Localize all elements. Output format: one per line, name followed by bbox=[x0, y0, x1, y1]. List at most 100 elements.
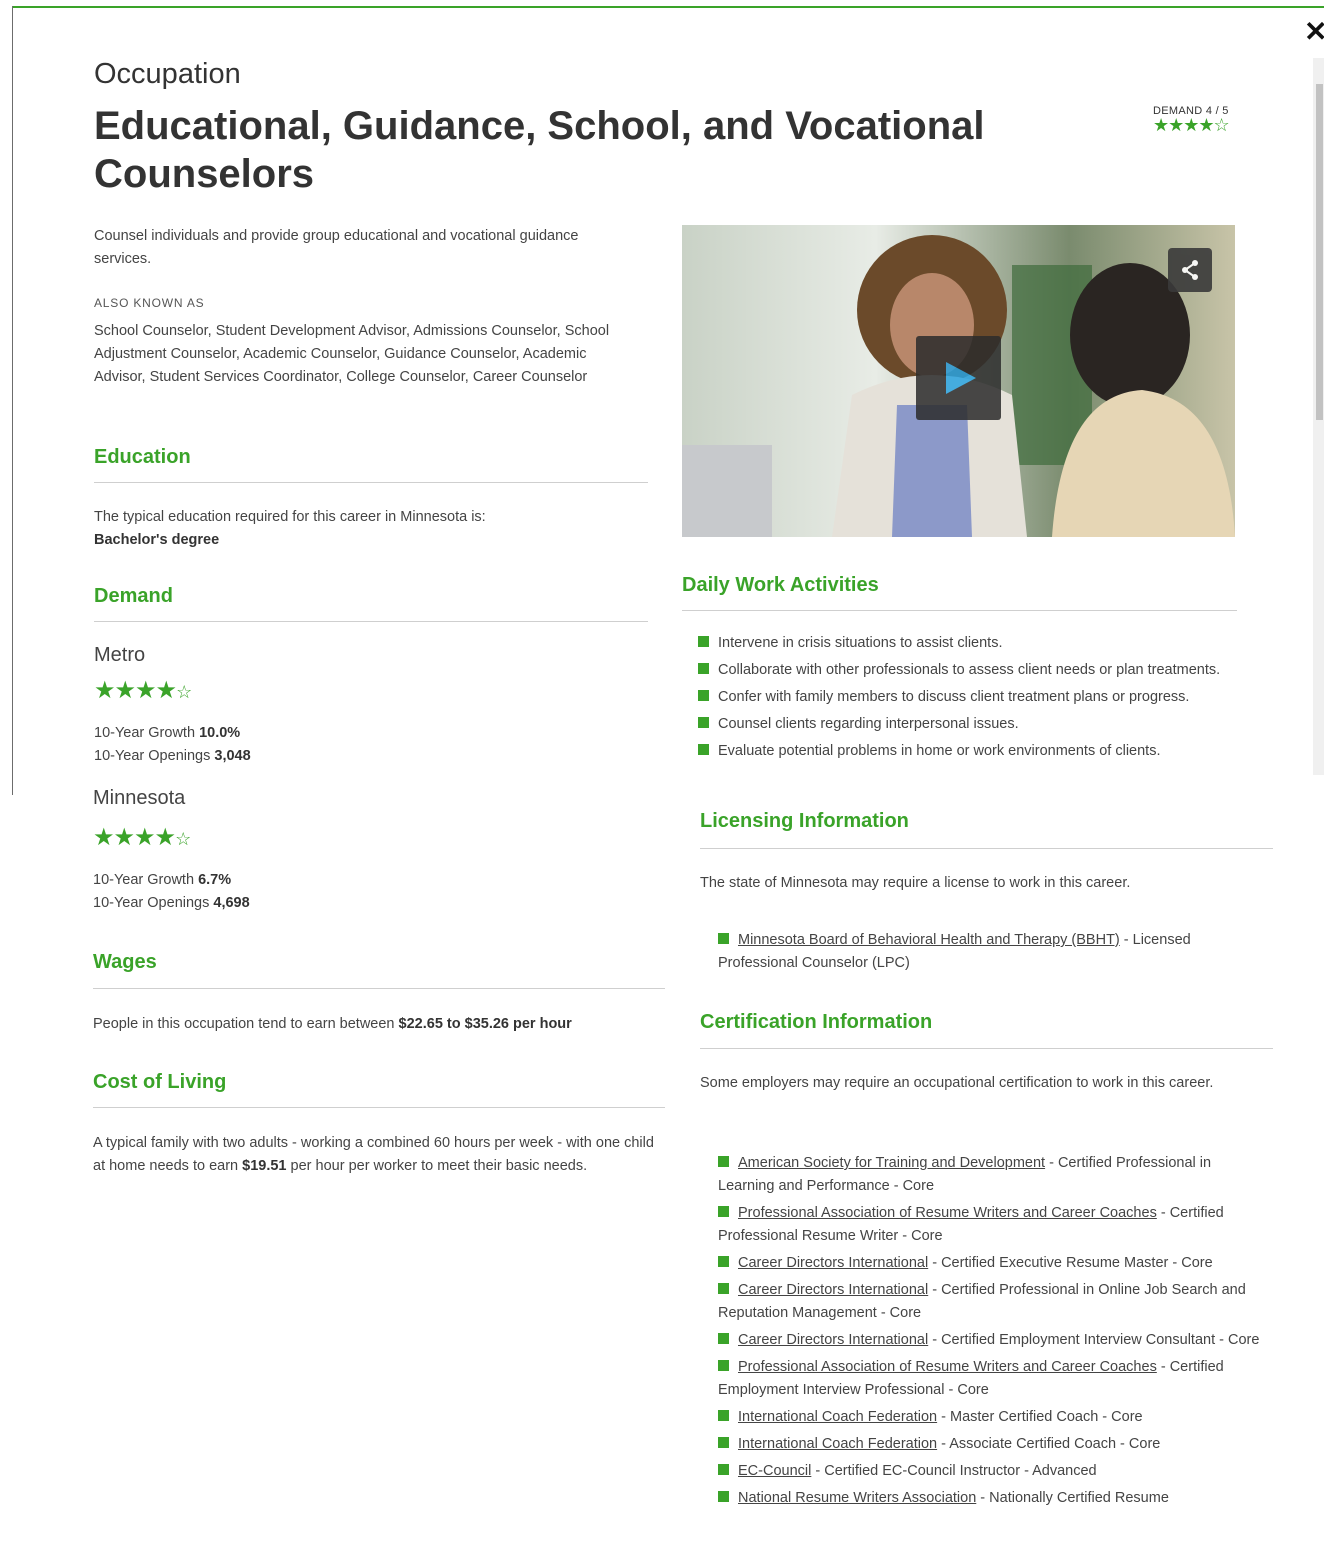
daily-activity-text: Confer with family members to discuss cl… bbox=[718, 689, 1190, 705]
cert-detail: - Associate Certified Coach - Core bbox=[937, 1436, 1161, 1452]
certification-divider bbox=[700, 1048, 1273, 1049]
cert-detail: - Certified Employment Interview Consult… bbox=[928, 1332, 1260, 1348]
region-minnesota-stats: 10-Year Growth 6.7% 10-Year Openings 4,6… bbox=[93, 869, 250, 915]
bullet-icon bbox=[718, 1410, 729, 1421]
minnesota-filled-stars: ★★★★ bbox=[93, 824, 176, 851]
demand-rating-summary: DEMAND 4 / 5 ★★★★☆ bbox=[1153, 105, 1230, 135]
region-minnesota-stars: ★★★★☆ bbox=[93, 823, 191, 852]
aka-label: ALSO KNOWN AS bbox=[94, 296, 205, 310]
licensing-list: Minnesota Board of Behavioral Health and… bbox=[718, 929, 1268, 979]
occupation-description: Counsel individuals and provide group ed… bbox=[94, 228, 579, 267]
cert-link[interactable]: Professional Association of Resume Write… bbox=[738, 1359, 1157, 1375]
list-item: International Coach Federation - Master … bbox=[718, 1406, 1263, 1429]
metro-growth-value: 10.0% bbox=[199, 725, 241, 741]
list-item: American Society for Training and Develo… bbox=[718, 1152, 1263, 1198]
certification-heading: Certification Information bbox=[700, 1011, 933, 1033]
daily-activities-list: Intervene in crisis situations to assist… bbox=[682, 632, 1238, 763]
region-minnesota-name: Minnesota bbox=[93, 787, 186, 809]
cert-link[interactable]: Career Directors International bbox=[738, 1332, 928, 1348]
bullet-icon bbox=[718, 1333, 729, 1344]
license-link[interactable]: Minnesota Board of Behavioral Health and… bbox=[738, 932, 1120, 948]
metro-filled-stars: ★★★★ bbox=[94, 677, 177, 704]
metro-openings-label: 10-Year Openings bbox=[94, 748, 211, 764]
cert-link[interactable]: EC-Council bbox=[738, 1463, 811, 1479]
education-value: Bachelor's degree bbox=[94, 532, 220, 548]
list-item: National Resume Writers Association - Na… bbox=[718, 1487, 1263, 1510]
page-title: Educational, Guidance, School, and Vocat… bbox=[94, 104, 985, 196]
bullet-icon bbox=[718, 1491, 729, 1502]
daily-activity-text: Intervene in crisis situations to assist… bbox=[718, 635, 1003, 651]
cost-of-living-heading: Cost of Living bbox=[93, 1071, 227, 1093]
share-icon bbox=[1182, 260, 1198, 280]
cost-of-living-divider bbox=[93, 1107, 665, 1108]
certification-text: Some employers may require an occupation… bbox=[700, 1075, 1214, 1091]
cert-link[interactable]: International Coach Federation bbox=[738, 1409, 937, 1425]
minnesota-openings-value: 4,698 bbox=[213, 895, 250, 911]
list-item: Career Directors International - Certifi… bbox=[718, 1329, 1263, 1352]
daily-activity-text: Counsel clients regarding interpersonal … bbox=[718, 716, 1019, 732]
licensing-text: The state of Minnesota may require a lic… bbox=[700, 875, 1131, 891]
minnesota-growth-label: 10-Year Growth bbox=[93, 872, 195, 888]
bullet-icon bbox=[698, 744, 709, 755]
wages-heading: Wages bbox=[93, 951, 157, 973]
minnesota-growth-value: 6.7% bbox=[198, 872, 232, 888]
demand-stars: ★★★★☆ bbox=[1153, 115, 1230, 135]
list-item: Professional Association of Resume Write… bbox=[718, 1356, 1263, 1402]
cert-link[interactable]: Career Directors International bbox=[738, 1255, 928, 1271]
cert-detail: - Certified EC-Council Instructor - Adva… bbox=[811, 1463, 1097, 1479]
demand-heading: Demand bbox=[94, 585, 173, 607]
col-outro: per hour per worker to meet their basic … bbox=[290, 1158, 588, 1174]
list-item: Minnesota Board of Behavioral Health and… bbox=[718, 929, 1268, 975]
metro-empty-star: ☆ bbox=[176, 682, 192, 702]
daily-activities-divider bbox=[682, 610, 1237, 611]
demand-divider bbox=[94, 621, 648, 622]
education-divider bbox=[94, 482, 648, 483]
play-button[interactable] bbox=[916, 336, 1001, 420]
cert-link[interactable]: National Resume Writers Association bbox=[738, 1490, 976, 1506]
bullet-icon bbox=[718, 1206, 729, 1217]
bullet-icon bbox=[698, 663, 709, 674]
scrollbar-thumb[interactable] bbox=[1316, 84, 1323, 420]
daily-activity-text: Collaborate with other professionals to … bbox=[718, 662, 1221, 678]
list-item: Confer with family members to discuss cl… bbox=[698, 686, 1238, 709]
daily-activities-scroll[interactable]: Intervene in crisis situations to assist… bbox=[682, 632, 1242, 775]
list-item: Counsel clients regarding interpersonal … bbox=[698, 713, 1238, 736]
list-item: Professional Association of Resume Write… bbox=[718, 1202, 1263, 1248]
education-heading: Education bbox=[94, 446, 191, 468]
education-intro: The typical education required for this … bbox=[94, 509, 486, 525]
bullet-icon bbox=[698, 717, 709, 728]
bullet-icon bbox=[698, 636, 709, 647]
modal-left-border bbox=[12, 6, 13, 795]
cert-link[interactable]: American Society for Training and Develo… bbox=[738, 1155, 1045, 1171]
metro-growth-label: 10-Year Growth bbox=[94, 725, 196, 741]
close-icon[interactable]: ✕ bbox=[1304, 18, 1324, 46]
page-kicker: Occupation bbox=[94, 58, 241, 90]
play-icon bbox=[946, 362, 976, 394]
list-item: International Coach Federation - Associa… bbox=[718, 1433, 1263, 1456]
list-item: Career Directors International - Certifi… bbox=[718, 1279, 1263, 1325]
wages-range: $22.65 to $35.26 per hour bbox=[398, 1016, 572, 1032]
bullet-icon bbox=[698, 690, 709, 701]
list-item: Career Directors International - Certifi… bbox=[718, 1252, 1263, 1275]
share-button[interactable] bbox=[1168, 248, 1212, 292]
licensing-heading: Licensing Information bbox=[700, 810, 909, 832]
cert-link[interactable]: International Coach Federation bbox=[738, 1436, 937, 1452]
list-item: Evaluate potential problems in home or w… bbox=[698, 740, 1238, 763]
minnesota-openings-label: 10-Year Openings bbox=[93, 895, 210, 911]
cert-detail: - Master Certified Coach - Core bbox=[937, 1409, 1143, 1425]
cert-link[interactable]: Professional Association of Resume Write… bbox=[738, 1205, 1157, 1221]
cert-link[interactable]: Career Directors International bbox=[738, 1282, 928, 1298]
certification-list: American Society for Training and Develo… bbox=[718, 1152, 1263, 1514]
bullet-icon bbox=[718, 933, 729, 944]
bullet-icon bbox=[718, 1360, 729, 1371]
list-item: Collaborate with other professionals to … bbox=[698, 659, 1238, 682]
bullet-icon bbox=[718, 1437, 729, 1448]
bullet-icon bbox=[718, 1283, 729, 1294]
cert-detail: - Certified Executive Resume Master - Co… bbox=[928, 1255, 1213, 1271]
daily-activity-text: Evaluate potential problems in home or w… bbox=[718, 743, 1161, 759]
modal-top-border bbox=[12, 6, 1324, 8]
region-metro-stats: 10-Year Growth 10.0% 10-Year Openings 3,… bbox=[94, 722, 251, 768]
wages-divider bbox=[93, 988, 665, 989]
cost-of-living-text: A typical family with two adults - worki… bbox=[93, 1132, 663, 1178]
daily-activities-heading: Daily Work Activities bbox=[682, 574, 879, 596]
